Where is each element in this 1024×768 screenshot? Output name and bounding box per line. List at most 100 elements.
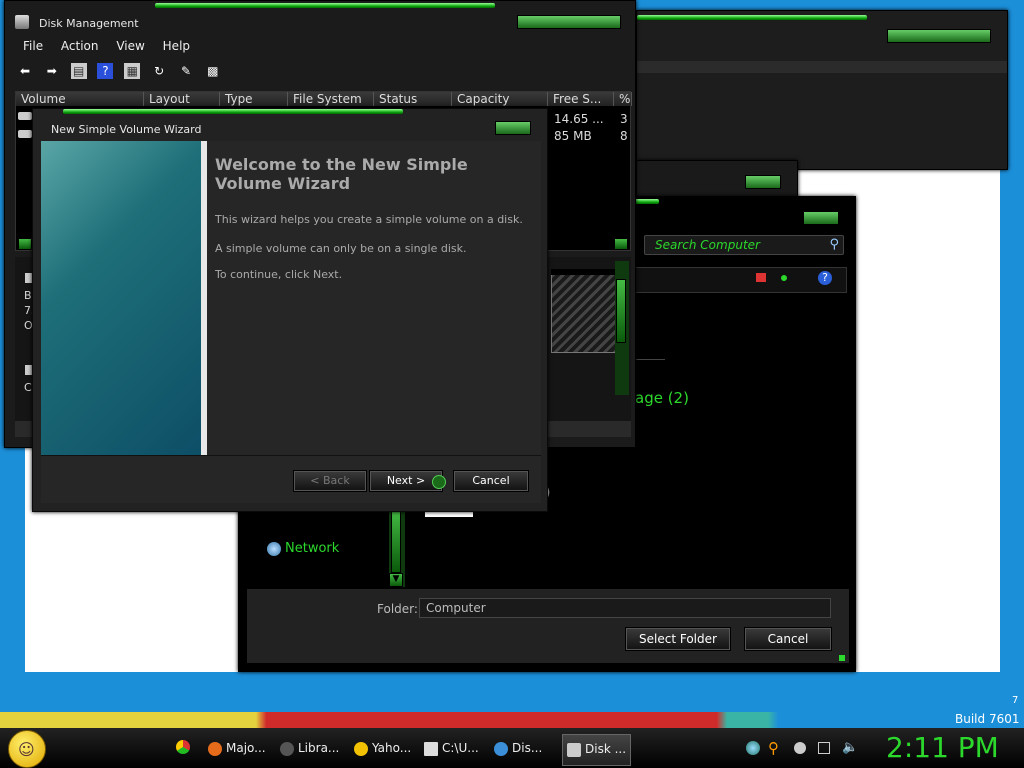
- menu-view[interactable]: View: [116, 39, 144, 53]
- col-capacity[interactable]: Capacity: [452, 92, 548, 106]
- show-hide-tree-icon[interactable]: ▤: [70, 63, 87, 79]
- free-space-value: 14.65 ...: [554, 112, 604, 126]
- menu-help[interactable]: Help: [163, 39, 190, 53]
- window-title: Disk Management: [39, 17, 139, 30]
- folder-field[interactable]: Computer: [419, 598, 831, 618]
- search-box[interactable]: Search Computer ⚲: [644, 235, 844, 255]
- dialog-controls[interactable]: [803, 211, 839, 225]
- forward-arrow-icon[interactable]: ➡: [44, 63, 60, 79]
- search-icon[interactable]: ⚲: [829, 237, 839, 252]
- task-label: Majo...: [226, 741, 266, 755]
- search-input[interactable]: Search Computer: [655, 238, 760, 252]
- nav-scroll-down[interactable]: ▼: [389, 573, 403, 587]
- task-label: Disk ...: [585, 742, 627, 756]
- task-library[interactable]: Libra...: [280, 734, 339, 764]
- firefox-icon: [208, 741, 222, 756]
- status-dot-icon[interactable]: [781, 275, 787, 281]
- help-icon[interactable]: ?: [818, 271, 832, 285]
- background-window-2[interactable]: [636, 160, 798, 200]
- col-type[interactable]: Type: [220, 92, 288, 106]
- cursor-icon: [432, 475, 446, 489]
- rescan-icon[interactable]: ✎: [178, 63, 194, 79]
- wizard-paragraph-2: A simple volume can only be on a single …: [215, 242, 467, 255]
- percent-value: 3: [620, 112, 628, 126]
- scroll-left-button[interactable]: [18, 238, 32, 250]
- smiley-icon: ☺: [18, 740, 35, 759]
- wizard-controls[interactable]: [495, 121, 531, 135]
- flag-icon[interactable]: [756, 273, 766, 282]
- start-button[interactable]: ☺: [8, 730, 46, 768]
- 7zip-icon: [424, 741, 438, 756]
- tray-network-icon[interactable]: [746, 741, 760, 755]
- tray-action-center-icon[interactable]: [818, 742, 830, 754]
- back-arrow-icon[interactable]: ⬅: [17, 63, 33, 79]
- settings-icon[interactable]: ▩: [205, 63, 221, 79]
- col-status[interactable]: Status: [374, 92, 452, 106]
- toolbar: ⬅ ➡ ▤ ? ▦ ↻ ✎ ▩: [17, 63, 228, 79]
- back-button[interactable]: < Back: [293, 470, 367, 492]
- menu-action[interactable]: Action: [61, 39, 99, 53]
- refresh-icon[interactable]: ↻: [151, 63, 167, 79]
- nav-scroll-thumb[interactable]: [391, 509, 401, 573]
- disk-map-scroll-thumb[interactable]: [616, 279, 626, 343]
- col-volume[interactable]: Volume: [16, 92, 144, 106]
- tray-status-icon[interactable]: [794, 742, 806, 754]
- next-button[interactable]: Next >: [369, 470, 446, 492]
- disk-map-scrollbar[interactable]: [615, 261, 629, 395]
- network-item[interactable]: Network: [267, 541, 339, 559]
- resize-grip-icon[interactable]: [839, 655, 845, 661]
- yahoo-icon: [354, 741, 368, 756]
- col-layout[interactable]: Layout: [144, 92, 220, 106]
- wizard-paragraph-3: To continue, click Next.: [215, 268, 343, 281]
- window-controls[interactable]: [517, 15, 621, 29]
- folder-cancel-label: Cancel: [767, 632, 809, 646]
- task-disk-management[interactable]: Disk ...: [562, 734, 632, 766]
- col-free-space[interactable]: Free S...: [548, 92, 614, 106]
- select-folder-button[interactable]: Select Folder: [625, 627, 731, 651]
- disk-management-icon: [15, 15, 29, 29]
- wizard-cancel-label: Cancel: [472, 474, 510, 487]
- chrome-pin[interactable]: [176, 740, 190, 754]
- wizard-side-panel: [41, 141, 207, 455]
- network-label: Network: [285, 541, 340, 556]
- desktop-window-bottom-edge: [0, 672, 1024, 712]
- next-label: Next >: [386, 474, 426, 487]
- select-folder-label: Select Folder: [639, 632, 717, 646]
- partition-header-bar: [551, 269, 615, 275]
- drive-icon: [18, 130, 32, 138]
- tray-volume-icon[interactable]: 🔈: [842, 740, 858, 755]
- task-disk-settings[interactable]: Dis...: [494, 734, 542, 764]
- help-icon[interactable]: ?: [97, 63, 114, 79]
- wizard-paragraph-1: This wizard helps you create a simple vo…: [215, 213, 523, 226]
- background-window[interactable]: [636, 10, 1008, 170]
- col-percent[interactable]: %: [614, 92, 632, 106]
- scroll-right-button[interactable]: [614, 238, 628, 250]
- network-icon: [267, 541, 281, 556]
- drive-icon: [18, 112, 32, 120]
- dialog-footer: Folder: Computer Select Folder Cancel: [247, 589, 849, 663]
- wizard-accent: [63, 109, 403, 114]
- build-text-top: 7: [1012, 695, 1019, 706]
- menu-file[interactable]: File: [23, 39, 43, 53]
- task-label: Yaho...: [372, 741, 412, 755]
- new-simple-volume-wizard[interactable]: New Simple Volume Wizard Welcome to the …: [32, 108, 548, 512]
- task-7zip[interactable]: C:\U...: [424, 734, 479, 764]
- wizard-title: New Simple Volume Wizard: [51, 123, 202, 136]
- percent-value: 8: [620, 129, 628, 143]
- unallocated-partition[interactable]: [551, 273, 617, 353]
- window-controls[interactable]: [745, 175, 781, 189]
- properties-icon[interactable]: ▦: [124, 63, 141, 79]
- task-label: Libra...: [298, 741, 340, 755]
- col-file-system[interactable]: File System: [288, 92, 374, 106]
- dialog-command-bar: ?: [635, 267, 847, 293]
- window-controls[interactable]: [887, 29, 991, 43]
- tray-search-icon[interactable]: ⚲: [768, 739, 779, 757]
- folder-cancel-button[interactable]: Cancel: [744, 627, 832, 651]
- window-accent: [155, 3, 495, 8]
- wizard-footer: < Back Next > Cancel: [41, 455, 541, 503]
- nav-scrollbar[interactable]: ▼: [389, 509, 405, 587]
- clock[interactable]: 2:11 PM: [886, 731, 999, 764]
- task-yahoo[interactable]: Yaho...: [354, 734, 411, 764]
- wizard-cancel-button[interactable]: Cancel: [453, 470, 529, 492]
- task-firefox[interactable]: Majo...: [208, 734, 266, 764]
